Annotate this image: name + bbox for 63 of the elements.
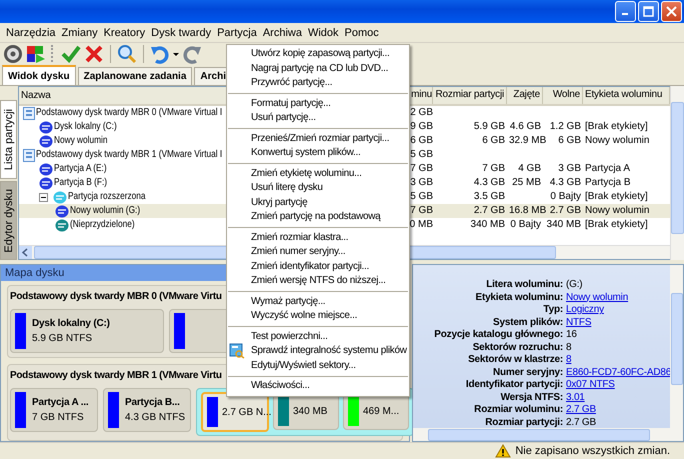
table-cell: 4 GB <box>518 163 541 174</box>
table-cell: 7 GB <box>410 163 433 174</box>
table-cell: 4.3 GB <box>474 177 505 188</box>
property-value: 16 <box>566 329 577 342</box>
partition-size: 5.9 GB NTFS <box>32 333 94 344</box>
property-label: Rozmiar partycji: <box>484 416 563 429</box>
table-cell: 5 GB <box>410 149 433 160</box>
property-label: Sektorów w klastrze: <box>467 354 563 366</box>
table-cell: 0 Bajty <box>510 219 541 230</box>
table-cell: 7 GB <box>482 163 505 174</box>
property-label: Litera woluminu: <box>485 279 563 292</box>
table-cell: 6 GB <box>558 135 581 146</box>
property-label: Sektorów rozruchu: <box>472 342 563 354</box>
property-label: Rozmiar woluminu: <box>473 404 563 416</box>
partition-name: Partycja B... <box>125 397 181 408</box>
table-cell: 2.7 GB <box>550 205 581 216</box>
disk-title: Podstawowy dysk twardy MBR 1 (VMware Virtu <box>10 370 222 383</box>
partition-size: 7 GB NTFS <box>32 412 85 423</box>
status-message: Nie zapisano wszystkich zmian. <box>515 445 670 457</box>
property-label: Wersja NTFS: <box>500 392 563 404</box>
table-cell: 340 MB <box>470 219 505 230</box>
property-value: (G:) <box>566 279 582 292</box>
table-cell: Nowy wolumin <box>585 135 650 146</box>
table-cell: 25 MB <box>512 177 541 188</box>
table-cell: 9 GB <box>410 121 433 132</box>
table-cell: 3 GB <box>558 163 581 174</box>
partition-size: 469 M... <box>363 406 400 416</box>
table-cell: 6 GB <box>482 135 505 146</box>
table-cell: 4.6 GB <box>510 121 541 132</box>
table-cell: 32.9 MB <box>509 135 546 146</box>
table-cell: 16.8 MB <box>509 205 546 216</box>
table-cell: 340 MB <box>546 219 581 230</box>
table-cell: Partycja A <box>585 163 630 174</box>
partition-size: 4.3 GB NTFS <box>125 412 186 423</box>
table-cell: 2 GB <box>410 107 433 118</box>
table-cell: 4.3 GB <box>550 177 581 188</box>
partition-size: 340 MB <box>293 406 328 416</box>
table-cell: [Brak etykiety] <box>585 219 648 230</box>
table-cell: 2.7 GB <box>474 205 505 216</box>
property-label: Etykieta woluminu: <box>474 292 563 304</box>
table-cell: 3.5 GB <box>474 191 505 202</box>
property-value: 8 <box>566 342 572 354</box>
table-cell: 3 GB <box>410 177 433 188</box>
table-cell: 5 GB <box>410 191 433 202</box>
table-cell: [Brak etykiety] <box>585 191 648 202</box>
table-cell: [Brak etykiety] <box>585 121 648 132</box>
property-label: System plików: <box>492 316 563 329</box>
table-cell: 1.2 GB <box>550 121 581 132</box>
partition-name: Partycja A ... <box>32 397 88 408</box>
table-cell: 0 MB <box>410 219 433 230</box>
property-label: Typ: <box>542 304 563 316</box>
table-cell: 6 GB <box>410 135 433 146</box>
property-label: Identyfikator partycji: <box>464 379 563 392</box>
table-cell: Nowy wolumin <box>585 205 650 216</box>
property-label: Pozycje katalogu głównego: <box>433 329 563 342</box>
table-cell: 0 Bajty <box>550 191 581 202</box>
property-value: 2.7 GB <box>566 416 596 429</box>
disk-title: Podstawowy dysk twardy MBR 0 (VMware Virtu <box>10 291 222 304</box>
partition-name: Dysk lokalny (C:) <box>32 318 110 329</box>
table-cell: 5.9 GB <box>474 121 505 132</box>
property-label: Numer seryjny: <box>492 366 563 379</box>
table-cell: Partycja B <box>585 177 631 188</box>
table-cell: 7 GB <box>410 205 433 216</box>
